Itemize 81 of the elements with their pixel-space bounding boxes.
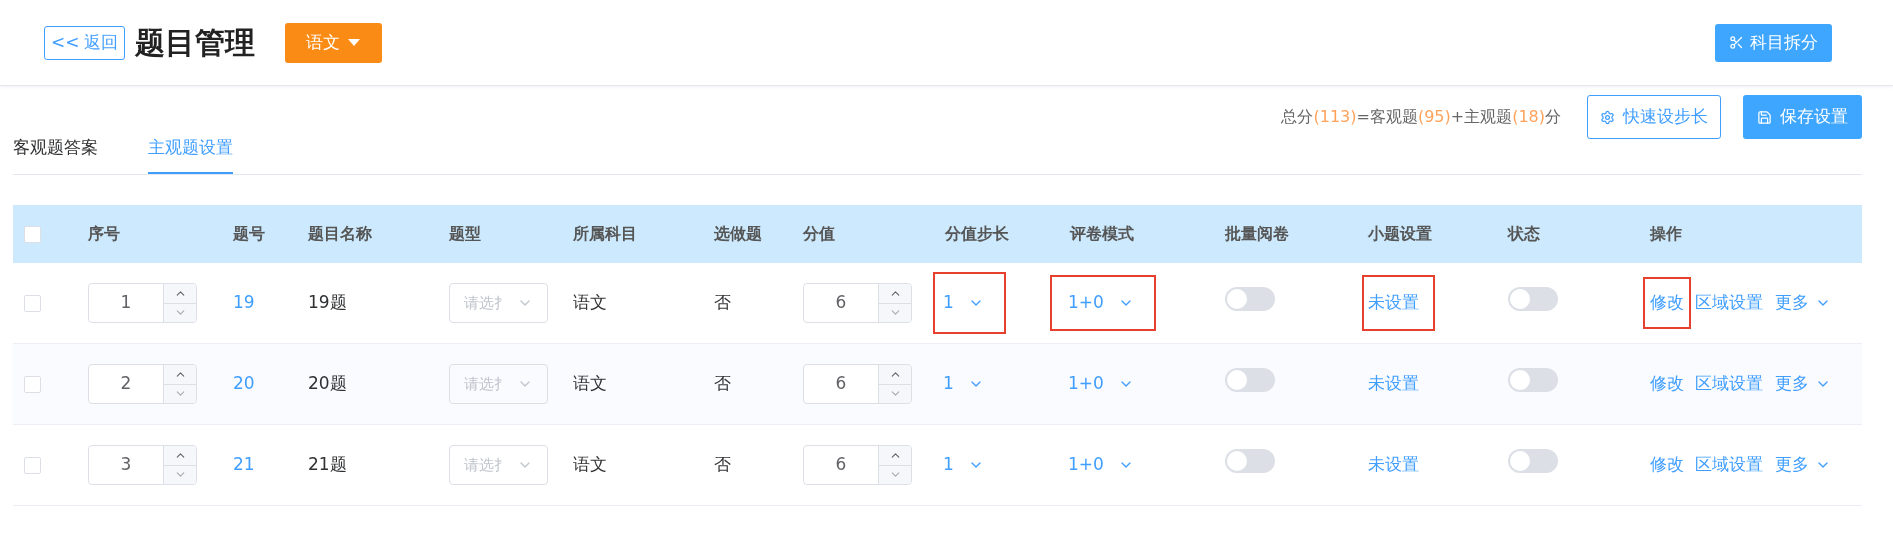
grading-mode-dropdown[interactable]: 1+0 bbox=[1050, 275, 1156, 331]
edit-link[interactable]: 修改 bbox=[1643, 277, 1691, 329]
number-stepper[interactable]: 2 bbox=[88, 364, 197, 404]
more-dropdown[interactable]: 更多 bbox=[1775, 290, 1831, 316]
back-button[interactable]: << 返回 bbox=[44, 25, 125, 60]
checkbox[interactable] bbox=[24, 225, 41, 243]
grading-mode-dropdown[interactable]: 1+0 bbox=[1050, 356, 1156, 412]
number-value: 6 bbox=[834, 453, 848, 477]
column-header: 状态 bbox=[1508, 223, 1541, 245]
number-value: 6 bbox=[834, 372, 848, 396]
question-name: 21题 bbox=[308, 453, 347, 477]
optional-cell-text: 否 bbox=[714, 372, 731, 396]
subquestion-setting-link[interactable]: 未设置 bbox=[1362, 275, 1435, 331]
scissors-icon bbox=[1729, 35, 1744, 50]
question-name: 20题 bbox=[308, 372, 347, 396]
checkbox[interactable] bbox=[24, 456, 41, 474]
number-stepper[interactable]: 6 bbox=[803, 283, 912, 323]
column-header: 评卷模式 bbox=[1070, 223, 1135, 245]
toggle-switch[interactable] bbox=[1508, 287, 1558, 312]
column-header: 选做题 bbox=[714, 223, 763, 245]
toggle-switch[interactable] bbox=[1225, 449, 1275, 474]
checkbox[interactable] bbox=[24, 294, 41, 312]
question-name: 19题 bbox=[308, 291, 347, 315]
optional-cell-text: 否 bbox=[714, 453, 731, 477]
split-subject-button[interactable]: 科目拆分 bbox=[1715, 23, 1832, 62]
step-dropdown[interactable]: 1 bbox=[933, 434, 1006, 496]
column-header: 分值 bbox=[803, 223, 836, 245]
number-stepper[interactable]: 6 bbox=[803, 364, 912, 404]
number-value: 1 bbox=[119, 291, 133, 315]
edit-link[interactable]: 修改 bbox=[1643, 439, 1691, 491]
subquestion-setting-link[interactable]: 未设置 bbox=[1362, 437, 1435, 493]
column-header: 题型 bbox=[449, 223, 482, 245]
number-stepper[interactable]: 1 bbox=[88, 283, 197, 323]
number-stepper[interactable]: 3 bbox=[88, 445, 197, 485]
number-value: 6 bbox=[834, 291, 848, 315]
tab[interactable]: 主观题设置 bbox=[148, 124, 233, 174]
toggle-switch[interactable] bbox=[1508, 449, 1558, 474]
question-number-link[interactable]: 20 bbox=[233, 371, 255, 397]
grading-mode-dropdown[interactable]: 1+0 bbox=[1050, 437, 1156, 493]
optional-cell-text: 否 bbox=[714, 291, 731, 315]
question-number-link[interactable]: 19 bbox=[233, 290, 255, 316]
settings-icon bbox=[1600, 109, 1615, 125]
question-number-link[interactable]: 21 bbox=[233, 452, 255, 478]
number-value: 2 bbox=[119, 372, 133, 396]
quick-step-button[interactable]: 快速设步长 bbox=[1587, 95, 1721, 139]
toggle-switch[interactable] bbox=[1508, 368, 1558, 393]
tab[interactable]: 客观题答案 bbox=[13, 124, 98, 174]
column-header: 题目名称 bbox=[308, 223, 373, 245]
subject-dropdown[interactable]: 语文 bbox=[284, 22, 382, 63]
caret-icon bbox=[348, 39, 360, 46]
subject-cell-text: 语文 bbox=[573, 453, 607, 477]
more-dropdown[interactable]: 更多 bbox=[1775, 371, 1831, 397]
double-chevron-icon: << bbox=[51, 29, 80, 56]
toggle-switch[interactable] bbox=[1225, 368, 1275, 393]
page-title: 题目管理 bbox=[134, 24, 255, 62]
subquestion-setting-link[interactable]: 未设置 bbox=[1362, 356, 1435, 412]
save-icon bbox=[1757, 109, 1772, 125]
step-dropdown[interactable]: 1 bbox=[933, 353, 1006, 415]
region-setting-link[interactable]: 区域设置 bbox=[1695, 371, 1763, 397]
number-value: 3 bbox=[119, 453, 133, 477]
region-setting-link[interactable]: 区域设置 bbox=[1695, 452, 1763, 478]
more-dropdown[interactable]: 更多 bbox=[1775, 452, 1831, 478]
subject-cell-text: 语文 bbox=[573, 372, 607, 396]
toggle-switch[interactable] bbox=[1225, 287, 1275, 312]
checkbox[interactable] bbox=[24, 375, 41, 393]
edit-link[interactable]: 修改 bbox=[1643, 358, 1691, 410]
column-header: 批量阅卷 bbox=[1225, 223, 1290, 245]
subject-cell-text: 语文 bbox=[573, 291, 607, 315]
column-header: 所属科目 bbox=[573, 223, 638, 245]
number-stepper[interactable]: 6 bbox=[803, 445, 912, 485]
column-header: 序号 bbox=[88, 223, 121, 245]
region-setting-link[interactable]: 区域设置 bbox=[1695, 290, 1763, 316]
column-header: 小题设置 bbox=[1368, 223, 1433, 245]
type-select[interactable]: 请选扌 bbox=[449, 283, 548, 323]
step-dropdown[interactable]: 1 bbox=[933, 272, 1006, 334]
column-header: 分值步长 bbox=[945, 223, 1010, 245]
column-header: 操作 bbox=[1650, 223, 1683, 245]
column-header: 题号 bbox=[233, 223, 266, 245]
score-summary: 总分(113)=客观题(95)+主观题(18)分 bbox=[1281, 106, 1561, 128]
save-button[interactable]: 保存设置 bbox=[1743, 95, 1862, 139]
type-select[interactable]: 请选扌 bbox=[449, 445, 548, 485]
